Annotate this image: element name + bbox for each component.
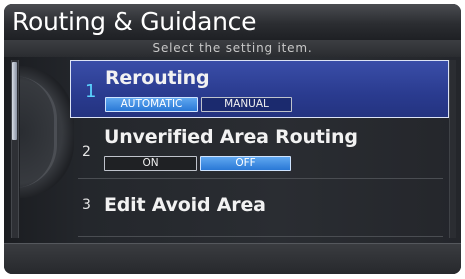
instruction-bar: Select the setting item. — [4, 40, 461, 57]
page-title: Routing & Guidance — [12, 7, 257, 36]
title-bar: Routing & Guidance — [4, 4, 461, 40]
bottom-bar — [4, 243, 461, 274]
menu-item-edit-avoid-area[interactable]: 3 Edit Avoid Area — [70, 180, 449, 238]
option-off[interactable]: OFF — [200, 156, 291, 171]
menu-item-number: 2 — [82, 144, 91, 160]
menu-item-label: Rerouting — [105, 67, 210, 89]
menu-item-label: Edit Avoid Area — [104, 194, 266, 216]
option-manual[interactable]: MANUAL — [201, 97, 292, 112]
row-divider — [78, 236, 443, 237]
option-on[interactable]: ON — [104, 156, 197, 171]
option-automatic[interactable]: AUTOMATIC — [105, 97, 198, 112]
menu-item-rerouting[interactable]: 1 Rerouting AUTOMATIC MANUAL — [70, 60, 449, 118]
menu-item-number: 1 — [85, 81, 97, 102]
menu-item-unverified-area-routing[interactable]: 2 Unverified Area Routing ON OFF — [70, 120, 449, 178]
right-edge-bar — [449, 60, 456, 238]
nav-screen: Routing & Guidance Select the setting it… — [4, 4, 461, 274]
menu-item-number: 3 — [82, 197, 91, 213]
scrollbar-thumb[interactable] — [12, 62, 17, 140]
instruction-text: Select the setting item. — [152, 41, 313, 55]
menu-item-label: Unverified Area Routing — [104, 126, 358, 148]
row-divider — [78, 178, 443, 179]
